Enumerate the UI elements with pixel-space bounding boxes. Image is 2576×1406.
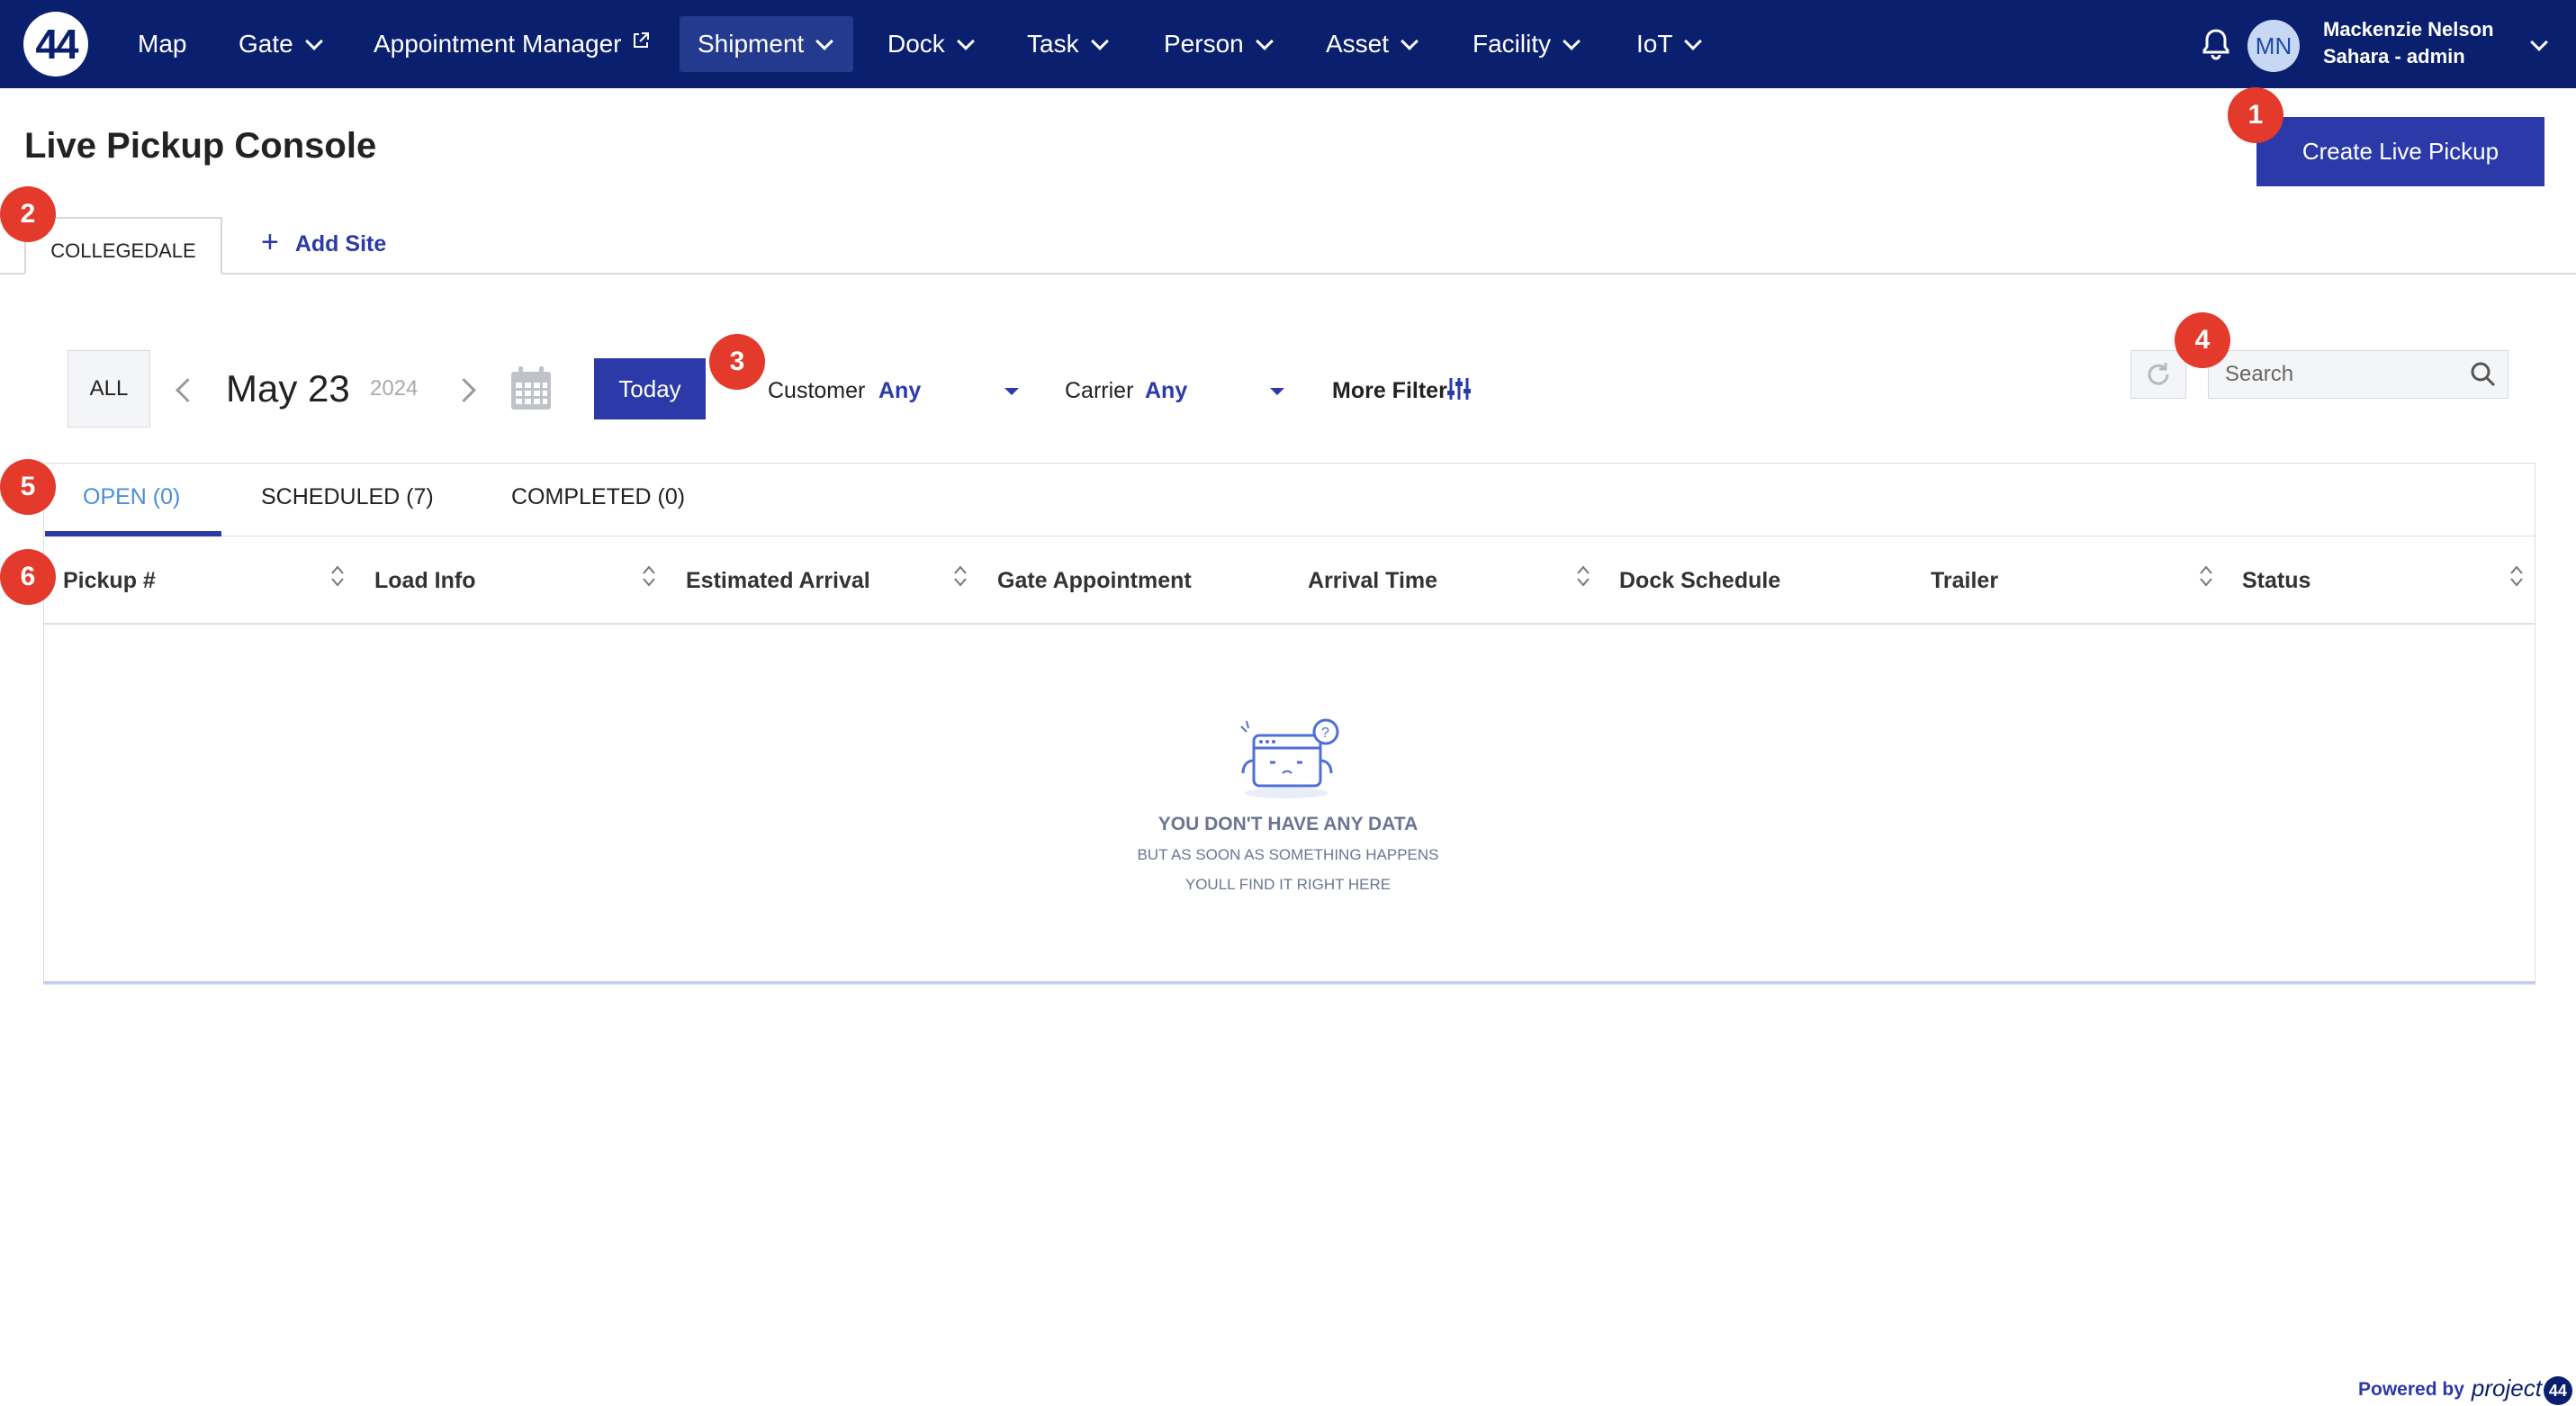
column-header-dock-schedule[interactable]: Dock Schedule — [1619, 568, 1780, 594]
search-input[interactable] — [2208, 350, 2508, 399]
nav-item-asset[interactable]: Asset — [1326, 0, 1419, 88]
column-header-gate-appointment[interactable]: Gate Appointment — [997, 568, 1192, 594]
empty-state-subtitle-2: YOULL FIND IT RIGHT HERE — [1184, 876, 1392, 893]
chevron-down-icon — [1684, 32, 1703, 50]
annotation-marker-6: 6 — [0, 549, 56, 605]
tab-completed[interactable]: COMPLETED (0) — [511, 484, 685, 510]
nav-item-map[interactable]: Map — [138, 0, 186, 88]
chevron-down-icon — [1090, 32, 1109, 50]
nav-item-label: Shipment — [698, 30, 805, 58]
nav-item-label: Person — [1164, 30, 1244, 58]
sort-icon[interactable] — [642, 564, 656, 588]
brand-name: project — [2471, 1374, 2542, 1401]
nav-item-appointment-manager[interactable]: Appointment Manager — [374, 0, 651, 88]
chevron-down-icon — [815, 32, 834, 50]
filter-sliders-icon[interactable] — [1447, 376, 1471, 401]
chevron-down-icon — [1255, 32, 1274, 50]
search-icon[interactable] — [2470, 361, 2497, 388]
column-header-status[interactable]: Status — [2242, 568, 2310, 594]
nav-item-facility[interactable]: Facility — [1473, 0, 1581, 88]
caret-down-icon[interactable] — [1270, 388, 1284, 395]
brand-number: 44 — [2543, 1375, 2572, 1405]
today-button[interactable]: Today — [594, 358, 706, 419]
notification-bell-icon[interactable] — [2200, 27, 2232, 61]
empty-state-subtitle: BUT AS SOON AS SOMETHING HAPPENS — [1137, 846, 1439, 863]
powered-by-label: Powered by — [2358, 1378, 2464, 1400]
project44-wordmark: project 44 — [2472, 1374, 2572, 1405]
plus-icon: + — [261, 225, 279, 259]
column-header-pickup[interactable]: Pickup # — [63, 568, 156, 594]
annotation-marker-1: 1 — [2228, 87, 2283, 143]
carrier-filter-select[interactable]: Any — [1145, 378, 1187, 404]
site-tab-label: COLLEGEDALE — [50, 239, 196, 262]
nav-item-gate[interactable]: Gate — [239, 0, 323, 88]
carrier-filter-label: Carrier — [1065, 378, 1134, 403]
refresh-icon — [2148, 363, 2169, 385]
nav-item-label: Dock — [887, 30, 945, 58]
user-name[interactable]: Mackenzie Nelson — [2323, 18, 2494, 41]
nav-item-iot[interactable]: IoT — [1636, 0, 1703, 88]
page-title: Live Pickup Console — [24, 126, 377, 166]
column-header-load-info[interactable]: Load Info — [374, 568, 475, 594]
table-bottom-border — [43, 981, 2535, 984]
annotation-marker-3: 3 — [709, 334, 765, 390]
nav-item-label: Appointment Manager — [374, 30, 622, 58]
add-site-label: Add Site — [294, 231, 387, 257]
sort-icon[interactable] — [1576, 564, 1590, 588]
nav-item-label: Gate — [239, 30, 293, 58]
column-header-trailer[interactable]: Trailer — [1931, 568, 1998, 594]
nav-item-task[interactable]: Task — [1027, 0, 1109, 88]
more-filter-label: More Filter — [1332, 378, 1447, 403]
sort-icon[interactable] — [2509, 564, 2524, 588]
table-header-divider — [43, 623, 2535, 625]
powered-by-badge: Powered by project 44 — [2358, 1373, 2574, 1406]
nav-item-label: Asset — [1326, 30, 1390, 58]
column-header-arrival-time[interactable]: Arrival Time — [1308, 568, 1437, 594]
active-tab-indicator — [45, 531, 221, 536]
refresh-button[interactable] — [2130, 350, 2186, 399]
chevron-down-icon — [304, 32, 323, 50]
annotation-marker-4: 4 — [2175, 312, 2230, 368]
nav-item-label: Map — [138, 30, 187, 58]
empty-state-title: YOU DON'T HAVE ANY DATA — [1157, 814, 1419, 834]
nav-item-label: Facility — [1473, 30, 1552, 58]
column-header-estimated-arrival[interactable]: Estimated Arrival — [686, 568, 870, 594]
calendar-icon[interactable] — [509, 365, 553, 411]
create-live-pickup-button[interactable]: Create Live Pickup — [2256, 117, 2544, 186]
user-avatar[interactable]: MN — [2247, 20, 2300, 72]
nav-item-dock[interactable]: Dock — [887, 0, 975, 88]
tab-open[interactable]: OPEN (0) — [83, 484, 180, 510]
sort-icon[interactable] — [2199, 564, 2213, 588]
nav-item-label: IoT — [1636, 30, 1673, 58]
add-site-button[interactable]: + Add Site — [261, 225, 387, 260]
site-tabs-divider — [0, 273, 2576, 275]
external-link-icon — [633, 32, 649, 48]
current-date: May 23 — [226, 367, 350, 410]
current-year: 2024 — [370, 376, 419, 401]
customer-filter-label: Customer — [768, 378, 866, 403]
project44-logo[interactable]: 44 — [23, 12, 88, 77]
sort-icon[interactable] — [330, 564, 345, 588]
annotation-marker-5: 5 — [0, 459, 56, 515]
all-dates-button[interactable]: ALL — [68, 350, 150, 428]
nav-item-label: Task — [1027, 30, 1079, 58]
empty-state-illustration: ? — [1240, 718, 1339, 798]
tab-scheduled[interactable]: SCHEDULED (7) — [261, 484, 434, 510]
customer-filter-select[interactable]: Any — [878, 378, 921, 404]
annotation-marker-2: 2 — [0, 186, 56, 242]
chevron-down-icon — [956, 32, 975, 50]
next-day-icon[interactable] — [452, 378, 476, 402]
more-filter-button[interactable]: More Filter — [1332, 378, 1447, 404]
svg-text:?: ? — [1321, 726, 1329, 741]
nav-item-shipment[interactable]: Shipment — [680, 16, 853, 72]
user-role[interactable]: Sahara - admin — [2323, 45, 2465, 68]
nav-item-person[interactable]: Person — [1164, 0, 1274, 88]
caret-down-icon[interactable] — [1004, 388, 1019, 395]
sort-icon[interactable] — [953, 564, 968, 588]
chevron-down-icon — [1563, 32, 1581, 50]
previous-day-icon[interactable] — [176, 378, 200, 402]
chevron-down-icon — [1401, 32, 1419, 50]
site-tab-collegedale[interactable]: COLLEGEDALE — [24, 217, 222, 275]
